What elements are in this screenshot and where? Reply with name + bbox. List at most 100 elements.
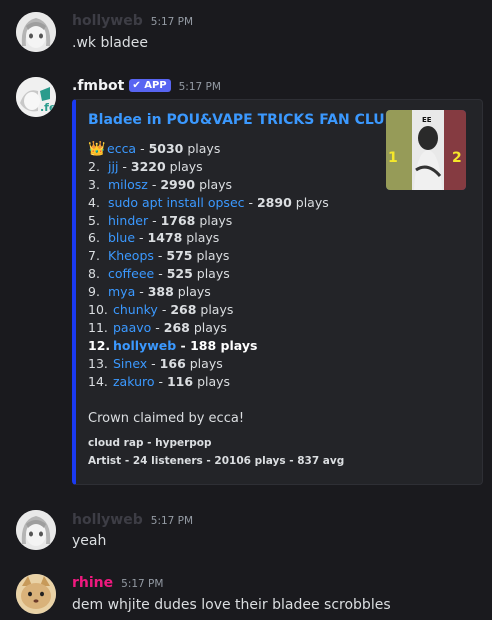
plays-suffix: plays [196,266,230,282]
app-badge: ✔ APP [129,79,171,92]
play-count: 525 [166,266,193,282]
separator: - [147,355,160,371]
leaderboard-user-link[interactable]: coffeee [108,266,154,281]
leaderboard-row: 6. blue - 1478 plays [88,229,329,247]
separator: - [135,230,148,246]
message-text: yeah [72,533,107,549]
play-count: 3220 [130,158,166,174]
cat-avatar-icon [16,574,56,614]
avatar-fmbot[interactable]: .fe [16,77,56,117]
author-name[interactable]: hollyweb 5:17 PM [72,13,193,29]
plays-suffix: plays [177,284,211,300]
message-text: .wk bladee [72,35,148,51]
leaderboard-user-link[interactable]: ecca [107,141,136,156]
author-label[interactable]: hollyweb [72,512,143,528]
separator: - [176,337,191,353]
rank-number: 12. [88,337,111,353]
leaderboard-user-link[interactable]: mya [108,284,135,299]
rank-number: 6. [88,230,100,246]
plays-suffix: plays [196,248,230,264]
play-count: 388 [147,284,174,300]
svg-text:1: 1 [388,150,398,166]
rank-number: 11. [88,319,108,335]
artist-thumbnail[interactable]: 1 2 EE [386,110,466,190]
crown-icon: 👑 [88,141,106,157]
leaderboard-row: 8. coffeee - 525 plays [88,265,329,283]
plays-suffix: plays [295,194,329,210]
author-label[interactable]: hollyweb [72,13,143,29]
play-count: 268 [170,302,197,318]
thumb-caption: EE [422,116,432,124]
leaderboard-row: 👑 ecca - 5030 plays [88,140,329,158]
separator: - [118,158,131,174]
svg-text:.fe: .fe [40,101,56,114]
leaderboard-row: 7. Kheops - 575 plays [88,247,329,265]
rank-number: 5. [88,212,100,228]
leaderboard-user-link[interactable]: chunky [113,302,158,317]
message-text: dem whjite dudes love their bladee scrob… [72,597,391,613]
separator: - [154,266,167,282]
separator: - [244,194,257,210]
rank-number: 4. [88,194,100,210]
leaderboard-user-link[interactable]: milosz [108,177,148,192]
separator: - [151,319,164,335]
author-label[interactable]: .fmbot [72,78,124,94]
leaderboard-user-link[interactable]: hollyweb [113,338,176,353]
plays-suffix: plays [193,319,227,335]
play-count: 2890 [256,194,292,210]
separator: - [135,284,148,300]
play-count: 268 [163,319,190,335]
plays-suffix: plays [186,230,220,246]
genre-tags: cloud rap - hyperpop [88,437,212,449]
leaderboard-user-link[interactable]: paavo [113,320,151,335]
rank-number: 14. [88,373,108,389]
play-count: 1768 [160,212,196,228]
anime-avatar-icon [16,12,56,52]
plays-suffix: plays [189,355,223,371]
leaderboard-row: 11. paavo - 268 plays [88,319,329,337]
plays-suffix: plays [220,337,258,353]
artist-image-icon: 1 2 EE [386,110,466,190]
separator: - [147,176,161,192]
leaderboard-user-link[interactable]: zakuro [113,374,155,389]
rank-number: 9. [88,284,100,300]
play-count: 166 [159,355,186,371]
leaderboard-user-link[interactable]: Sinex [113,356,147,371]
leaderboard-list: 👑 ecca - 5030 plays 2. jjj - 3220 plays 3. mi… [88,140,329,390]
rank-number: 8. [88,266,100,282]
avatar-hollyweb[interactable] [16,12,56,52]
plays-suffix: plays [199,212,233,228]
leaderboard-user-link[interactable]: Kheops [108,248,154,263]
fmbot-avatar-icon: .fe [16,77,56,117]
author-name[interactable]: rhine 5:17 PM [72,575,163,591]
leaderboard-user-link[interactable]: hinder [108,213,148,228]
plays-suffix: plays [169,158,203,174]
embed-card: Bladee in POU&VAPE TRICKS FAN CLUB 1 2 E… [72,99,483,485]
leaderboard-user-link[interactable]: blue [108,230,135,245]
timestamp: 5:17 PM [178,81,221,93]
timestamp: 5:17 PM [121,578,164,590]
timestamp: 5:17 PM [150,515,194,527]
timestamp: 5:17 PM [150,16,194,28]
plays-suffix: plays [187,141,221,156]
rank-number: 2. [88,158,100,174]
author-label[interactable]: rhine [72,575,113,591]
avatar-hollyweb[interactable] [16,510,56,550]
leaderboard-row: 13. Sinex - 166 plays [88,355,329,373]
avatar-rhine[interactable] [16,574,56,614]
embed-title[interactable]: Bladee in POU&VAPE TRICKS FAN CLUB [88,112,395,128]
anime-avatar-icon [16,510,56,550]
rank-number: 7. [88,248,100,264]
leaderboard-user-link[interactable]: jjj [108,159,118,174]
plays-suffix: plays [199,176,233,192]
author-name[interactable]: .fmbot ✔ APP 5:17 PM [72,78,221,94]
separator: - [154,373,167,389]
leaderboard-row: 14. zakuro - 116 plays [88,373,329,391]
separator: - [148,212,161,228]
play-count: 116 [166,373,194,389]
author-name[interactable]: hollyweb 5:17 PM [72,512,193,528]
separator: - [157,302,171,318]
crown-claimed-text: Crown claimed by ecca! [88,411,245,426]
leaderboard-user-link[interactable]: sudo apt install opsec [108,195,245,210]
play-count: 2990 [160,176,196,192]
